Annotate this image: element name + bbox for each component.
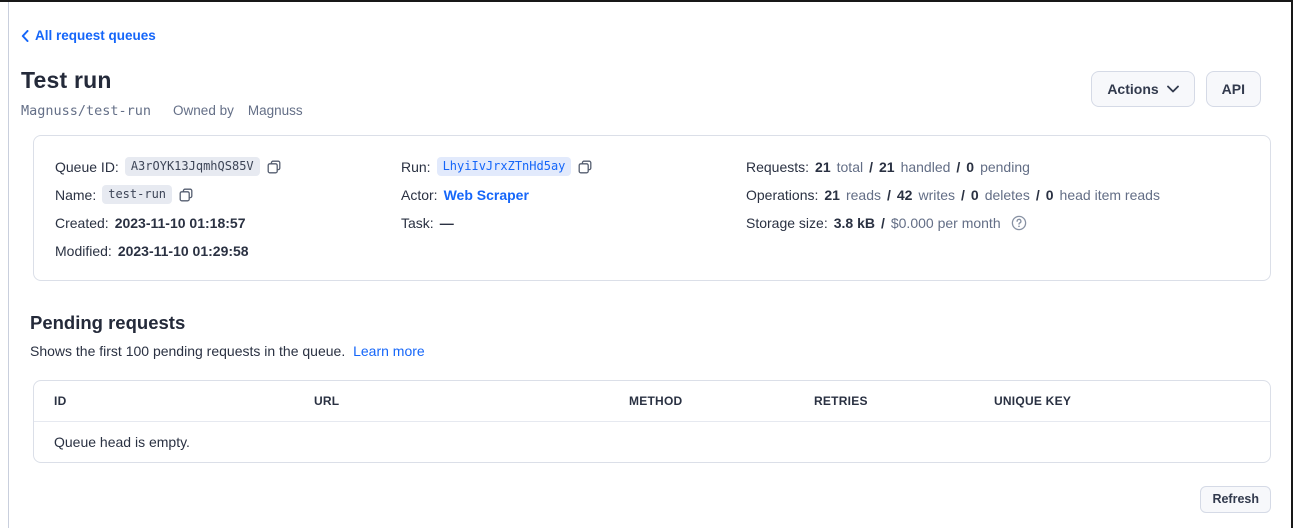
created-value: 2023-11-10 01:18:57 — [115, 215, 246, 231]
pending-requests-table: ID URL METHOD RETRIES UNIQUE KEY Queue h… — [33, 380, 1271, 463]
modified-row: Modified: 2023-11-10 01:29:58 — [55, 237, 401, 265]
requests-pending: 0 — [966, 159, 974, 175]
page-subtitle: Magnuss/test-run Owned by Magnuss — [21, 103, 1271, 119]
separator: / — [881, 215, 885, 231]
created-label: Created: — [55, 215, 109, 231]
requests-row: Requests: 21 total / 21 handled / 0 pend… — [746, 153, 1250, 181]
back-link-label: All request queues — [35, 28, 156, 43]
task-value: — — [440, 215, 454, 231]
window-left-edge — [8, 2, 9, 528]
requests-total: 21 — [815, 159, 831, 175]
owner-name: Magnuss — [248, 103, 303, 118]
separator: / — [961, 187, 965, 203]
refresh-button-label: Refresh — [1212, 492, 1259, 506]
column-header-id: ID — [54, 394, 314, 408]
separator: / — [869, 159, 873, 175]
created-row: Created: 2023-11-10 01:18:57 — [55, 209, 401, 237]
queue-id-label: Queue ID: — [55, 159, 119, 175]
task-label: Task: — [401, 215, 434, 231]
storage-size-value: 3.8 kB — [834, 215, 875, 231]
learn-more-link[interactable]: Learn more — [353, 343, 425, 359]
copy-icon[interactable] — [578, 160, 592, 174]
overview-column-identity: Queue ID: A3rOYK13JqmhQS85V Name: test-r… — [55, 153, 401, 265]
chevron-left-icon — [21, 30, 29, 42]
chevron-down-icon — [1167, 85, 1179, 93]
run-label: Run: — [401, 159, 431, 175]
pending-requests-description-text: Shows the first 100 pending requests in … — [30, 343, 345, 359]
operations-head-reads-word: head item reads — [1060, 187, 1160, 203]
separator: / — [956, 159, 960, 175]
operations-writes-word: writes — [918, 187, 955, 203]
request-queue-detail-page: All request queues Test run Magnuss/test… — [21, 2, 1271, 513]
queue-id-value: A3rOYK13JqmhQS85V — [125, 157, 260, 176]
pending-requests-title: Pending requests — [30, 312, 1271, 334]
page-header: Test run Magnuss/test-run Owned by Magnu… — [21, 67, 1271, 119]
operations-deletes: 0 — [971, 187, 979, 203]
actor-row: Actor: Web Scraper — [401, 181, 746, 209]
pending-requests-description: Shows the first 100 pending requests in … — [30, 343, 1271, 359]
separator: / — [1036, 187, 1040, 203]
api-button-label: API — [1222, 81, 1245, 97]
overview-column-origin: Run: LhyiIvJrxZTnHd5ay Actor: Web Scrape… — [401, 153, 746, 237]
operations-label: Operations: — [746, 187, 818, 203]
name-row: Name: test-run — [55, 181, 401, 209]
operations-writes: 42 — [897, 187, 913, 203]
copy-icon[interactable] — [267, 160, 281, 174]
column-header-url: URL — [314, 394, 629, 408]
copy-icon[interactable] — [179, 188, 193, 202]
requests-label: Requests: — [746, 159, 809, 175]
page-title: Test run — [21, 67, 1271, 94]
task-row: Task: — — [401, 209, 746, 237]
modified-value: 2023-11-10 01:29:58 — [118, 243, 249, 259]
actions-button[interactable]: Actions — [1091, 71, 1194, 107]
question-circle-icon[interactable] — [1011, 215, 1027, 231]
header-buttons: Actions API — [1091, 71, 1261, 107]
name-value: test-run — [102, 185, 172, 204]
operations-deletes-word: deletes — [985, 187, 1030, 203]
empty-state-message: Queue head is empty. — [34, 422, 1270, 462]
column-header-retries: RETRIES — [814, 394, 994, 408]
storage-cost-value: $0.000 per month — [891, 215, 1001, 231]
run-id-link[interactable]: LhyiIvJrxZTnHd5ay — [437, 157, 572, 176]
actor-label: Actor: — [401, 187, 438, 203]
requests-pending-word: pending — [980, 159, 1030, 175]
operations-row: Operations: 21 reads / 42 writes / 0 del… — [746, 181, 1250, 209]
refresh-button[interactable]: Refresh — [1200, 486, 1271, 513]
owned-by-label: Owned by — [173, 103, 234, 118]
table-footer: Refresh — [21, 486, 1271, 513]
run-row: Run: LhyiIvJrxZTnHd5ay — [401, 153, 746, 181]
api-button[interactable]: API — [1206, 71, 1261, 107]
column-header-method: METHOD — [629, 394, 814, 408]
modified-label: Modified: — [55, 243, 112, 259]
column-header-unique-key: UNIQUE KEY — [994, 394, 1250, 408]
operations-head-reads: 0 — [1046, 187, 1054, 203]
requests-handled-word: handled — [901, 159, 951, 175]
back-to-all-request-queues-link[interactable]: All request queues — [21, 28, 156, 43]
separator: / — [887, 187, 891, 203]
overview-column-stats: Requests: 21 total / 21 handled / 0 pend… — [746, 153, 1250, 237]
storage-row: Storage size: 3.8 kB / $0.000 per month — [746, 209, 1250, 237]
queue-full-name: Magnuss/test-run — [21, 103, 151, 119]
name-label: Name: — [55, 187, 96, 203]
operations-reads: 21 — [824, 187, 840, 203]
requests-handled: 21 — [879, 159, 895, 175]
actions-button-label: Actions — [1107, 81, 1158, 97]
actor-link[interactable]: Web Scraper — [444, 187, 529, 203]
storage-size-label: Storage size: — [746, 215, 828, 231]
queue-overview-card: Queue ID: A3rOYK13JqmhQS85V Name: test-r… — [33, 135, 1271, 281]
operations-reads-word: reads — [846, 187, 881, 203]
queue-id-row: Queue ID: A3rOYK13JqmhQS85V — [55, 153, 401, 181]
table-header-row: ID URL METHOD RETRIES UNIQUE KEY — [34, 381, 1270, 422]
requests-total-word: total — [837, 159, 863, 175]
